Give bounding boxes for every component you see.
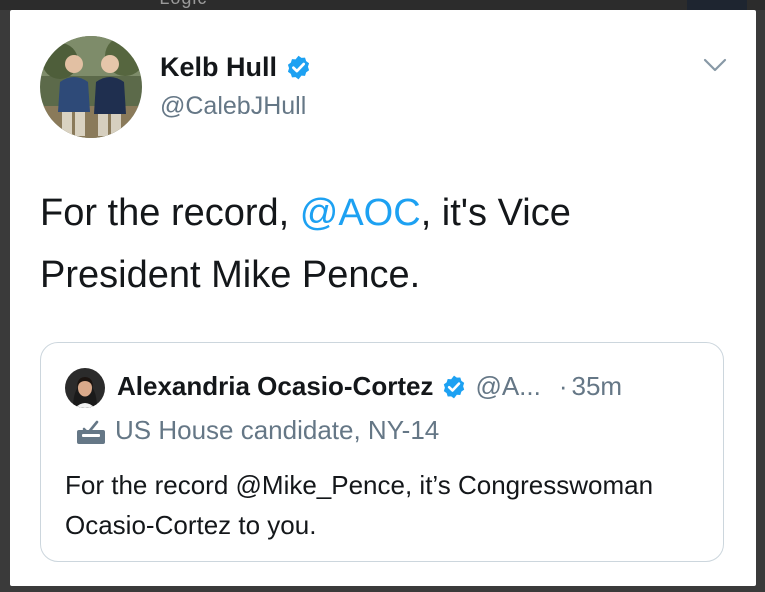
- quoted-tweet-text: For the record @Mike_Pence, it’s Congres…: [65, 470, 654, 540]
- quoted-handle[interactable]: @A...: [475, 371, 540, 402]
- cropped-text: "Logic": [152, 0, 215, 9]
- verified-badge-icon: [444, 375, 465, 398]
- quoted-timestamp[interactable]: 35m: [572, 371, 623, 402]
- tweet-card: Kelb Hull @CalebJHull For the record, @A…: [10, 10, 756, 586]
- cropped-top-strip: "Logic": [0, 0, 765, 10]
- author-handle[interactable]: @CalebJHull: [160, 92, 306, 121]
- tweet-text-before: For the record,: [40, 192, 300, 234]
- election-label-text: US House candidate, NY-14: [115, 415, 440, 445]
- election-label: US House candidate, NY-14: [75, 415, 439, 446]
- tweet-text: For the record, @AOC, it's Vice Presiden…: [40, 182, 730, 306]
- avatar-photo-icon: [40, 36, 142, 138]
- avatar-photo-icon: [65, 368, 105, 408]
- mention-link[interactable]: @AOC: [300, 192, 421, 234]
- separator-dot: ·: [558, 371, 568, 401]
- verified-badge-icon: [287, 55, 310, 80]
- quoted-display-name[interactable]: Alexandria Ocasio-Cortez: [117, 371, 433, 402]
- quoted-tweet[interactable]: Alexandria Ocasio-Cortez @A... · 35m US …: [40, 342, 724, 562]
- dark-block: [687, 0, 747, 10]
- author-name-row[interactable]: Kelb Hull: [160, 52, 312, 83]
- quoted-author-avatar[interactable]: [65, 368, 105, 408]
- chevron-down-icon[interactable]: [702, 56, 728, 74]
- quoted-header: Alexandria Ocasio-Cortez @A... · 35m: [117, 371, 622, 402]
- author-display-name[interactable]: Kelb Hull: [160, 52, 277, 83]
- author-avatar[interactable]: [40, 36, 142, 138]
- ballot-box-icon: [77, 420, 105, 444]
